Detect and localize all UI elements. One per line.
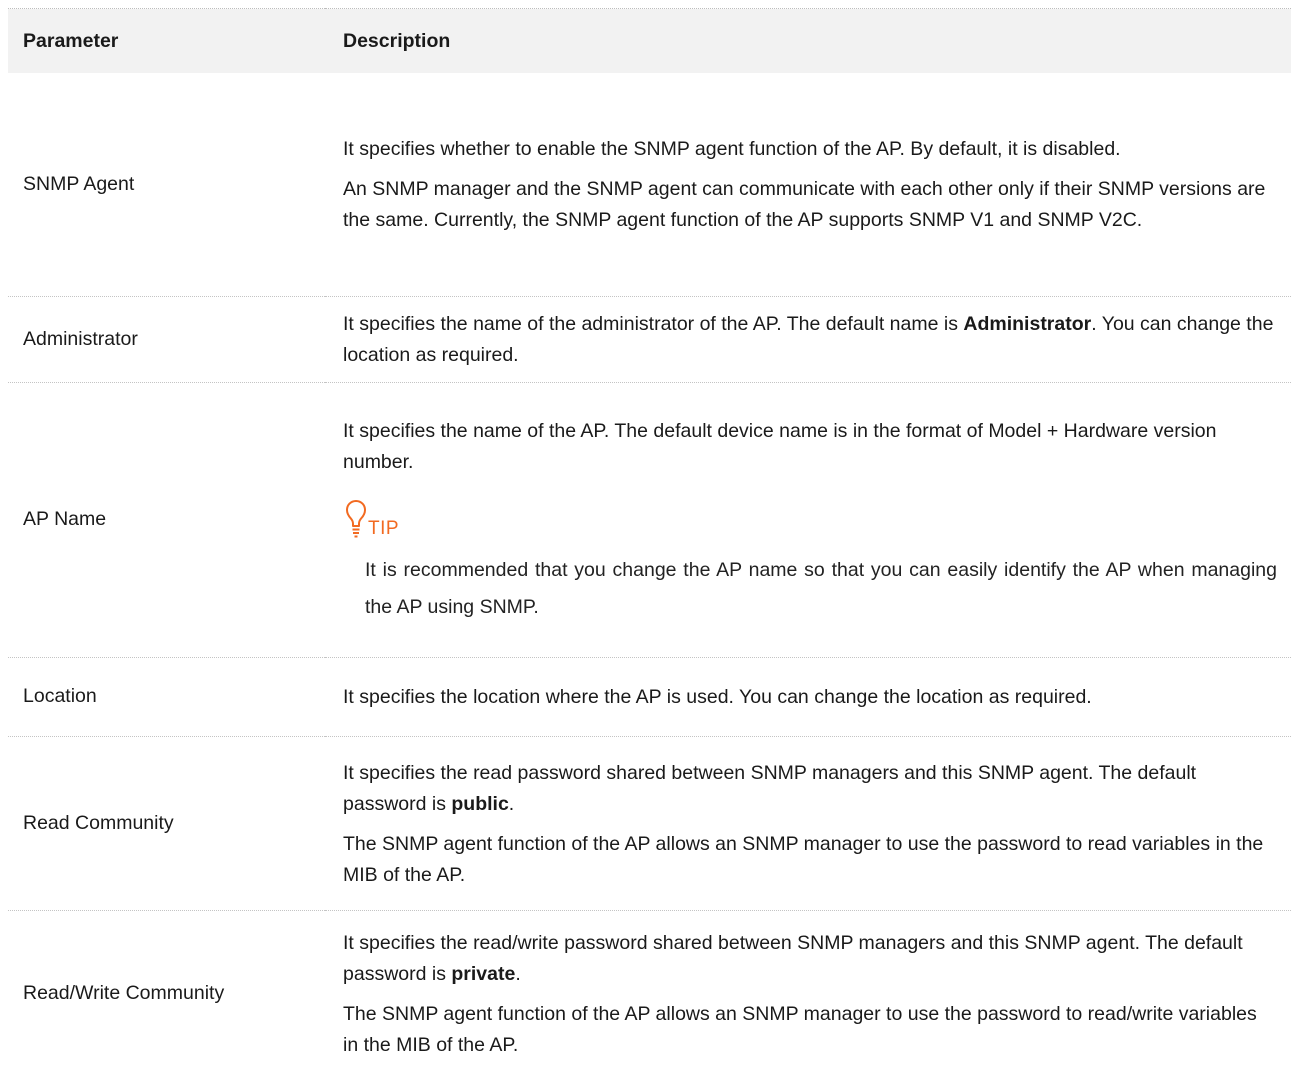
tip-label: TIP (368, 517, 400, 539)
description-paragraph: It specifies the name of the administrat… (343, 309, 1277, 371)
param-name: Location (8, 657, 325, 737)
tip-callout: TIP It is recommended that you change th… (343, 496, 1277, 626)
table-row-location: Location It specifies the location where… (8, 657, 1291, 737)
header-description: Description (325, 8, 1291, 73)
default-value: public (451, 792, 509, 815)
description-paragraph: The SNMP agent function of the AP allows… (343, 832, 1264, 886)
param-name: SNMP Agent (8, 73, 325, 297)
table-row-read-write-community: Read/Write Community It specifies the re… (8, 910, 1291, 1077)
description-paragraph: An SNMP manager and the SNMP agent can c… (343, 178, 1266, 232)
param-description: It specifies the read/write password sha… (325, 910, 1291, 1077)
description-paragraph: It specifies the read/write password sha… (343, 928, 1277, 990)
description-paragraph: The SNMP agent function of the AP allows… (343, 1003, 1257, 1057)
param-description: It specifies whether to enable the SNMP … (325, 73, 1291, 297)
description-paragraph: It specifies the name of the AP. The def… (343, 419, 1217, 473)
param-description: It specifies the name of the administrat… (325, 296, 1291, 383)
param-name: Administrator (8, 296, 325, 383)
description-paragraph: It specifies the read password shared be… (343, 758, 1277, 820)
table-header-row: Parameter Description (8, 8, 1291, 73)
tip-text: It is recommended that you change the AP… (365, 558, 1277, 618)
table-row-administrator: Administrator It specifies the name of t… (8, 296, 1291, 383)
lightbulb-icon (345, 498, 367, 540)
description-paragraph: It specifies whether to enable the SNMP … (343, 138, 1121, 161)
param-description: It specifies the read password shared be… (325, 736, 1291, 911)
tip-heading: TIP (345, 496, 1277, 540)
text-run: . (515, 963, 521, 986)
param-description: It specifies the name of the AP. The def… (325, 382, 1291, 658)
description-paragraph: It specifies the location where the AP i… (343, 686, 1092, 708)
default-value: private (451, 963, 516, 986)
param-name: AP Name (8, 382, 325, 658)
param-name: Read Community (8, 736, 325, 911)
default-value: Administrator (963, 313, 1092, 335)
text-run: . (508, 792, 515, 815)
header-parameter: Parameter (8, 8, 325, 73)
table-row-read-community: Read Community It specifies the read pas… (8, 736, 1291, 911)
parameter-table: Parameter Description SNMP Agent It spec… (8, 8, 1291, 1077)
param-description: It specifies the location where the AP i… (325, 657, 1291, 737)
table-row-ap-name: AP Name It specifies the name of the AP.… (8, 382, 1291, 658)
table-row-snmp-agent: SNMP Agent It specifies whether to enabl… (8, 73, 1291, 297)
param-name: Read/Write Community (23, 982, 225, 1005)
text-run: It specifies the name of the administrat… (343, 313, 964, 335)
